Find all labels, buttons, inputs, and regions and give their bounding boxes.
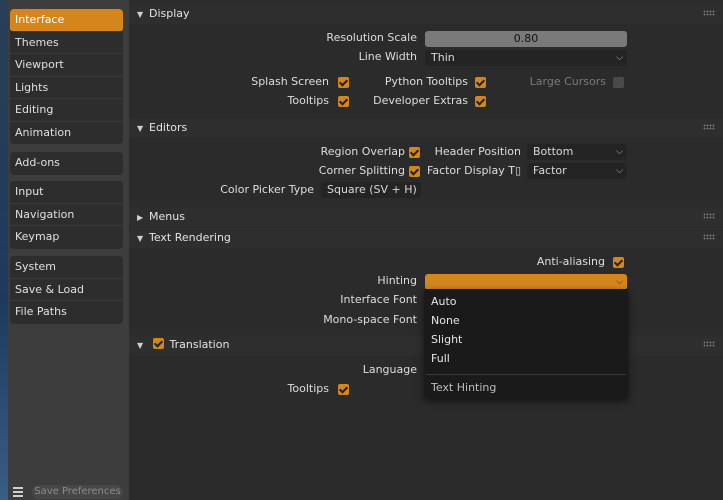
line-width-label: Line Width — [358, 50, 417, 63]
sidebar-item-file-paths[interactable]: File Paths — [10, 301, 123, 324]
hinting-menu-title: Text Hinting — [431, 381, 497, 394]
sidebar-item-system[interactable]: System — [10, 256, 123, 279]
sidebar-item-editing[interactable]: Editing — [10, 99, 123, 122]
menus-section: ▶ Menus — [129, 207, 723, 227]
display-header[interactable]: ▼ Display — [129, 4, 723, 24]
sidebar-item-themes[interactable]: Themes — [10, 32, 123, 54]
large-cursors-label: Large Cursors — [529, 75, 606, 88]
tooltips-checkbox[interactable] — [338, 96, 349, 107]
header-position-label: Header Position — [434, 145, 521, 158]
factor-display-label: Factor Display T▯ — [427, 164, 521, 177]
menus-title: Menus — [149, 210, 185, 223]
preferences-sidebar: Interface Themes Viewport Lights Editing… — [8, 0, 129, 500]
chevron-down-icon: ⌵ — [616, 147, 623, 157]
sidebar-item-viewport[interactable]: Viewport — [10, 54, 123, 77]
chevron-down-icon: ⌵ — [616, 166, 623, 176]
chevron-down-icon: ⌵ — [616, 53, 623, 63]
corner-splitting-label: Corner Splitting — [318, 164, 405, 177]
language-label: Language — [362, 363, 417, 376]
factor-display-value: Factor — [533, 164, 567, 177]
hinting-option-full[interactable]: Full — [424, 349, 628, 368]
header-position-dropdown[interactable]: Bottom ⌵ — [527, 144, 627, 160]
hamburger-menu-icon[interactable] — [10, 485, 26, 499]
hinting-option-none[interactable]: None — [424, 311, 628, 330]
sidebar-group-input: Input Navigation Keymap — [10, 181, 123, 249]
sidebar-item-lights[interactable]: Lights — [10, 77, 123, 99]
sidebar-footer: Save Preferences — [10, 484, 125, 500]
antialiasing-checkbox[interactable] — [613, 257, 624, 268]
sidebar-item-addons[interactable]: Add-ons — [10, 152, 123, 175]
large-cursors-checkbox[interactable] — [613, 77, 624, 88]
sidebar-group-ui: Interface Themes Viewport Lights Editing… — [10, 9, 123, 144]
sidebar-item-save-load[interactable]: Save & Load — [10, 279, 123, 301]
preferences-main: ▼ Display Resolution Scale 0.80 Line Widt… — [129, 0, 723, 500]
editors-header[interactable]: ▼ Editors — [129, 118, 723, 138]
text-rendering-title: Text Rendering — [149, 231, 231, 244]
resolution-scale-slider[interactable]: 0.80 — [425, 31, 627, 47]
header-position-value: Bottom — [533, 145, 574, 158]
resolution-scale-label: Resolution Scale — [326, 31, 417, 44]
text-rendering-header[interactable]: ▼ Text Rendering — [129, 228, 723, 248]
sidebar-item-input[interactable]: Input — [10, 181, 123, 204]
developer-extras-checkbox[interactable] — [475, 96, 486, 107]
display-title: Display — [149, 7, 190, 20]
sidebar-group-addons: Add-ons — [10, 152, 123, 175]
splash-screen-checkbox[interactable] — [338, 77, 349, 88]
sidebar-item-keymap[interactable]: Keymap — [10, 226, 123, 249]
monospace-font-label: Mono-space Font — [323, 313, 417, 326]
editors-section: ▼ Editors — [129, 118, 723, 206]
antialiasing-label: Anti-aliasing — [536, 255, 605, 268]
translation-title: Translation — [169, 338, 230, 351]
hinting-label: Hinting — [377, 274, 417, 287]
developer-extras-label: Developer Extras — [373, 94, 468, 107]
menus-header[interactable]: ▶ Menus — [129, 207, 723, 227]
tooltips-label: Tooltips — [287, 94, 329, 107]
drag-grip-icon[interactable] — [703, 341, 715, 347]
translation-checkbox[interactable] — [152, 338, 164, 349]
expanded-triangle-icon: ▼ — [137, 234, 144, 243]
editors-title: Editors — [149, 121, 188, 134]
drag-grip-icon[interactable] — [703, 10, 715, 16]
menu-separator — [426, 374, 626, 375]
translation-tooltips-checkbox[interactable] — [338, 384, 349, 395]
python-tooltips-label: Python Tooltips — [384, 75, 468, 88]
sidebar-group-system: System Save & Load File Paths — [10, 256, 123, 324]
color-picker-label: Color Picker Type — [220, 183, 314, 196]
factor-display-dropdown[interactable]: Factor ⌵ — [527, 163, 627, 179]
expanded-triangle-icon: ▼ — [137, 124, 144, 133]
drag-grip-icon[interactable] — [703, 124, 715, 130]
line-width-value: Thin — [431, 51, 455, 64]
sidebar-item-interface[interactable]: Interface — [10, 9, 123, 32]
python-tooltips-checkbox[interactable] — [475, 77, 486, 88]
chevron-down-icon: ⌵ — [616, 277, 623, 287]
drag-grip-icon[interactable] — [703, 234, 715, 240]
region-overlap-checkbox[interactable] — [409, 147, 420, 158]
splash-screen-label: Splash Screen — [251, 75, 329, 88]
interface-font-label: Interface Font — [340, 293, 417, 306]
hinting-dropdown[interactable]: ⌵ — [425, 274, 627, 290]
color-picker-dropdown[interactable]: Square (SV + H) — [321, 182, 421, 198]
hinting-dropdown-menu: Auto None Slight Full Text Hinting — [424, 289, 628, 398]
sidebar-item-navigation[interactable]: Navigation — [10, 204, 123, 226]
translation-tooltips-label: Tooltips — [287, 382, 329, 395]
expanded-triangle-icon: ▼ — [137, 10, 144, 19]
collapsed-triangle-icon: ▶ — [137, 213, 144, 222]
hinting-option-slight[interactable]: Slight — [424, 330, 628, 349]
region-overlap-label: Region Overlap — [320, 145, 405, 158]
save-preferences-button[interactable]: Save Preferences — [32, 485, 123, 499]
sidebar-item-animation[interactable]: Animation — [10, 122, 123, 145]
expanded-triangle-icon: ▼ — [137, 341, 144, 350]
hinting-option-auto[interactable]: Auto — [424, 292, 628, 311]
line-width-dropdown[interactable]: Thin ⌵ — [425, 50, 627, 66]
drag-grip-icon[interactable] — [703, 213, 715, 219]
window-edge — [0, 0, 8, 500]
corner-splitting-checkbox[interactable] — [409, 166, 420, 177]
